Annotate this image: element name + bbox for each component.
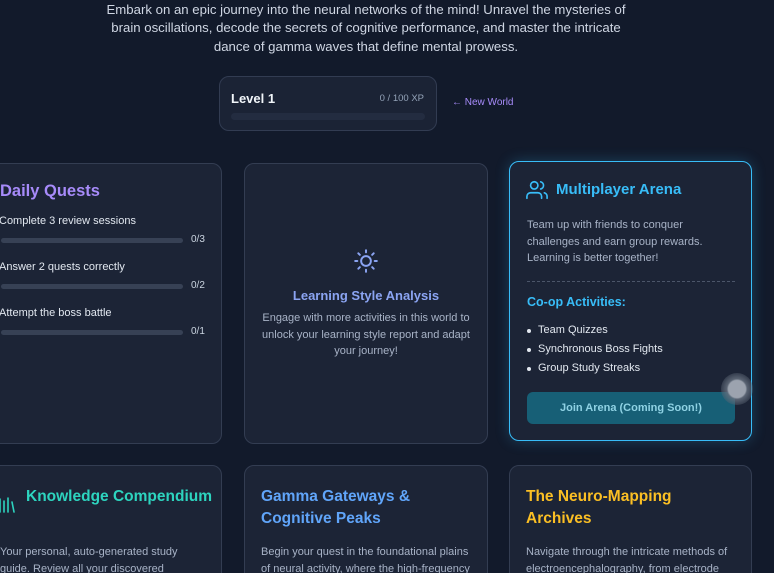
new-world-link[interactable]: ← New World xyxy=(452,97,514,108)
join-arena-button[interactable]: Join Arena (Coming Soon!) xyxy=(527,392,735,424)
intro-line-2: brain oscillations, decode the secrets o… xyxy=(111,20,621,35)
multiplayer-title: Multiplayer Arena xyxy=(556,181,682,198)
daily-quests-title: Daily Quests xyxy=(0,182,100,200)
quest-progress-bar xyxy=(1,238,183,243)
list-item: Team Quizzes xyxy=(527,321,663,340)
quest-count: 0/3 xyxy=(191,234,205,245)
quest-progress-bar xyxy=(1,284,183,289)
multiplayer-description: Team up with friends to conquer challeng… xyxy=(527,219,703,264)
divider xyxy=(527,281,735,282)
quest-progress-bar xyxy=(1,330,183,335)
card-title: Knowledge Compendium xyxy=(26,488,212,505)
quest-item: Answer 2 quests correctly 0/2 xyxy=(0,261,221,291)
daily-quests-card: Daily Quests Complete 3 review sessions … xyxy=(0,163,222,444)
level-panel: Level 1 0 / 100 XP xyxy=(219,76,437,131)
quest-item: Complete 3 review sessions 0/3 xyxy=(0,215,221,245)
learning-style-title: Learning Style Analysis xyxy=(292,288,440,303)
quest-label: Answer 2 quests correctly xyxy=(0,261,125,273)
book-stack-icon xyxy=(0,497,15,513)
learning-style-card: Learning Style Analysis Engage with more… xyxy=(244,163,488,444)
card-title: Gamma Gateways & Cognitive Peaks xyxy=(261,488,411,527)
xp-counter: 0 / 100 XP xyxy=(379,93,424,104)
quest-label: Attempt the boss battle xyxy=(0,307,112,319)
card-description: Begin your quest in the foundational pla… xyxy=(261,546,470,573)
gamma-gateways-card[interactable]: Gamma Gateways & Cognitive Peaks Begin y… xyxy=(244,465,488,573)
list-item: Synchronous Boss Fights xyxy=(527,340,663,359)
coop-activities-heading: Co-op Activities: xyxy=(527,295,626,309)
card-title: The Neuro-Mapping Archives xyxy=(526,488,672,527)
knowledge-compendium-card[interactable]: Knowledge Compendium Your personal, auto… xyxy=(0,465,222,573)
multiplayer-arena-card: Multiplayer Arena Team up with friends t… xyxy=(509,161,752,441)
card-description: Your personal, auto-generated study guid… xyxy=(0,546,178,573)
learning-style-description: Engage with more activities in this worl… xyxy=(262,312,470,357)
neuro-mapping-card[interactable]: The Neuro-Mapping Archives Navigate thro… xyxy=(509,465,752,573)
intro-line-3: dance of gamma waves that define mental … xyxy=(213,39,519,54)
coop-activities-list: Team Quizzes Synchronous Boss Fights Gro… xyxy=(527,321,663,378)
quest-label: Complete 3 review sessions xyxy=(0,215,136,227)
xp-progress-bar xyxy=(231,113,425,120)
quest-count: 0/1 xyxy=(191,326,205,337)
quest-count: 0/2 xyxy=(191,280,205,291)
sun-icon xyxy=(354,249,378,273)
card-description: Navigate through the intricate methods o… xyxy=(526,546,728,573)
list-item: Group Study Streaks xyxy=(527,359,663,378)
level-title: Level 1 xyxy=(231,91,276,106)
users-icon xyxy=(526,180,548,200)
cursor-indicator xyxy=(721,373,753,405)
intro-line-1: Embark on an epic journey into the neura… xyxy=(106,2,626,17)
quest-item: Attempt the boss battle 0/1 xyxy=(0,307,221,337)
